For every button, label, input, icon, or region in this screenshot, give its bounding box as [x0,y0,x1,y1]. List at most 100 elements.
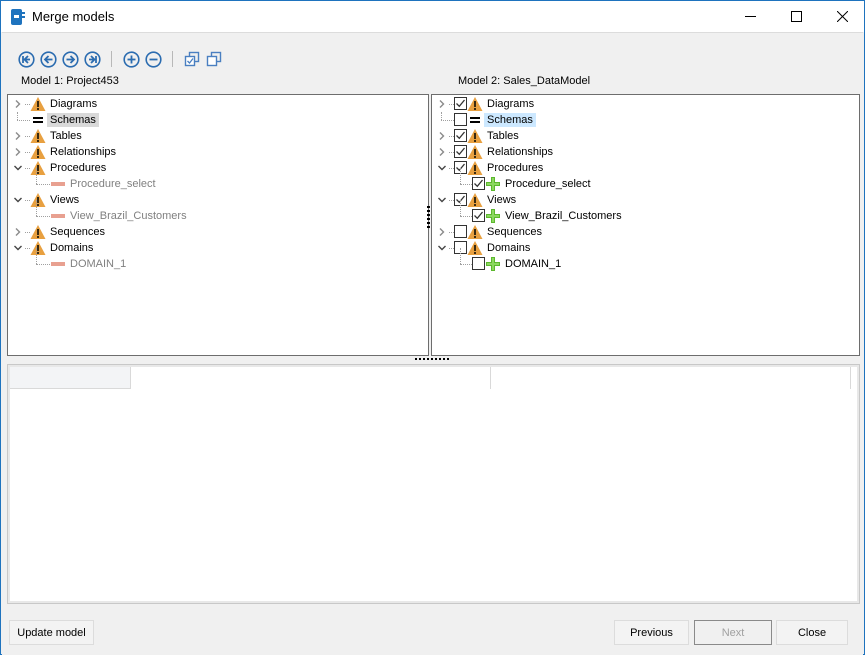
missing-item-icon [50,256,66,272]
horizontal-splitter[interactable] [415,358,451,360]
node-label: Procedure_select [70,178,156,190]
chevron-down-icon[interactable] [437,243,447,253]
node-checkbox[interactable] [454,129,467,142]
tree-connector [441,112,442,120]
vertical-splitter[interactable] [427,206,430,230]
tree-node-diagrams[interactable]: Diagrams [432,96,859,112]
tree-node-domains[interactable]: Domains [432,240,859,256]
toolbar-separator [111,51,112,67]
close-button[interactable]: Close [776,620,848,645]
warning-icon [467,144,483,160]
first-difference-button[interactable] [17,50,35,68]
chevron-down-icon[interactable] [437,195,447,205]
chevron-right-icon[interactable] [13,147,23,157]
node-label: Tables [487,130,519,142]
last-difference-button[interactable] [83,50,101,68]
window-title: Merge models [32,9,115,24]
node-checkbox[interactable] [454,145,467,158]
chevron-right-icon[interactable] [437,99,447,109]
warning-icon [30,160,46,176]
grid-column-header[interactable] [131,367,491,389]
tree-connector [36,264,50,265]
chevron-right-icon[interactable] [437,131,447,141]
node-checkbox[interactable] [454,113,467,126]
tree-connector [460,264,472,265]
expand-all-button[interactable] [122,50,140,68]
nav-first-icon [17,50,35,68]
tree-node-sequences[interactable]: Sequences [8,224,428,240]
node-label: Sequences [487,226,543,238]
tree-node-tables[interactable]: Tables [8,128,428,144]
minimize-button[interactable] [727,1,773,32]
chevron-down-icon[interactable] [13,195,23,205]
model1-label: Model 1: Project453 [21,75,119,87]
node-label: Domains [487,242,531,254]
tree-node-domain-1[interactable]: DOMAIN_1 [8,248,428,272]
node-checkbox[interactable] [472,209,485,222]
title-bar: Merge models [1,1,864,32]
warning-icon [467,128,483,144]
chevron-right-icon[interactable] [13,227,23,237]
chevron-right-icon[interactable] [13,99,23,109]
tree-node-schemas[interactable]: Schemas [432,112,859,128]
tree-node-sequences[interactable]: Sequences [432,224,859,240]
chevron-down-icon[interactable] [13,163,23,173]
model1-tree[interactable]: Diagrams Schemas Tables Relationships Proced… [7,94,429,356]
tree-node-procedures[interactable]: Procedures [8,160,428,176]
chevron-down-icon[interactable] [13,243,23,253]
tree-node-views[interactable]: Views [8,192,428,208]
warning-icon [467,224,483,240]
chevron-right-icon[interactable] [437,147,447,157]
tree-connector [441,120,454,121]
chevron-right-icon[interactable] [13,131,23,141]
model2-tree[interactable]: Diagrams Schemas Tables Relationships Proced… [431,94,860,356]
tree-node-view-brazil-customers[interactable]: View_Brazil_Customers [432,200,859,224]
node-label: View_Brazil_Customers [70,210,187,222]
tree-node-domains[interactable]: Domains [8,240,428,256]
tree-node-views[interactable]: Views [432,192,859,208]
grid-column-header[interactable] [10,367,131,389]
chevron-right-icon[interactable] [437,227,447,237]
tree-connector [36,248,37,264]
node-label: Views [50,194,80,206]
tree-node-relationships[interactable]: Relationships [8,144,428,160]
close-window-button[interactable] [819,1,865,32]
next-button[interactable]: Next [694,620,772,645]
grid-column-header[interactable] [491,367,851,389]
grid-header [10,367,851,389]
node-checkbox[interactable] [454,225,467,238]
tree-connector [36,200,37,216]
chevron-down-icon[interactable] [437,163,447,173]
warning-icon [30,96,46,112]
tree-node-view-brazil-customers[interactable]: View_Brazil_Customers [8,200,428,224]
node-label: Procedures [50,162,107,174]
node-label: Schemas [47,113,99,127]
node-label: Procedure_select [505,178,591,190]
tree-node-relationships[interactable]: Relationships [432,144,859,160]
nav-last-icon [83,50,101,68]
tree-node-procedures[interactable]: Procedures [432,160,859,176]
node-label: Relationships [487,146,554,158]
tree-node-diagrams[interactable]: Diagrams [8,96,428,112]
uncheck-all-button[interactable] [205,50,223,68]
check-all-button[interactable] [183,50,201,68]
tree-node-schemas[interactable]: Schemas [8,112,428,128]
update-model-button[interactable]: Update model [9,620,94,645]
tree-node-procedure-select[interactable]: Procedure_select [8,168,428,192]
node-label: Procedures [487,162,544,174]
properties-grid [7,364,860,604]
node-checkbox[interactable] [454,97,467,110]
previous-difference-button[interactable] [39,50,57,68]
warning-icon [467,240,483,256]
previous-button[interactable]: Previous [614,620,689,645]
collapse-all-button[interactable] [144,50,162,68]
next-difference-button[interactable] [61,50,79,68]
tree-node-tables[interactable]: Tables [432,128,859,144]
tree-node-domain-1[interactable]: DOMAIN_1 [432,248,859,272]
tree-node-procedure-select[interactable]: Procedure_select [432,168,859,192]
equal-icon [467,112,483,128]
tree-connector [460,200,461,216]
node-checkbox[interactable] [472,177,485,190]
maximize-button[interactable] [773,1,819,32]
node-checkbox[interactable] [472,257,485,270]
